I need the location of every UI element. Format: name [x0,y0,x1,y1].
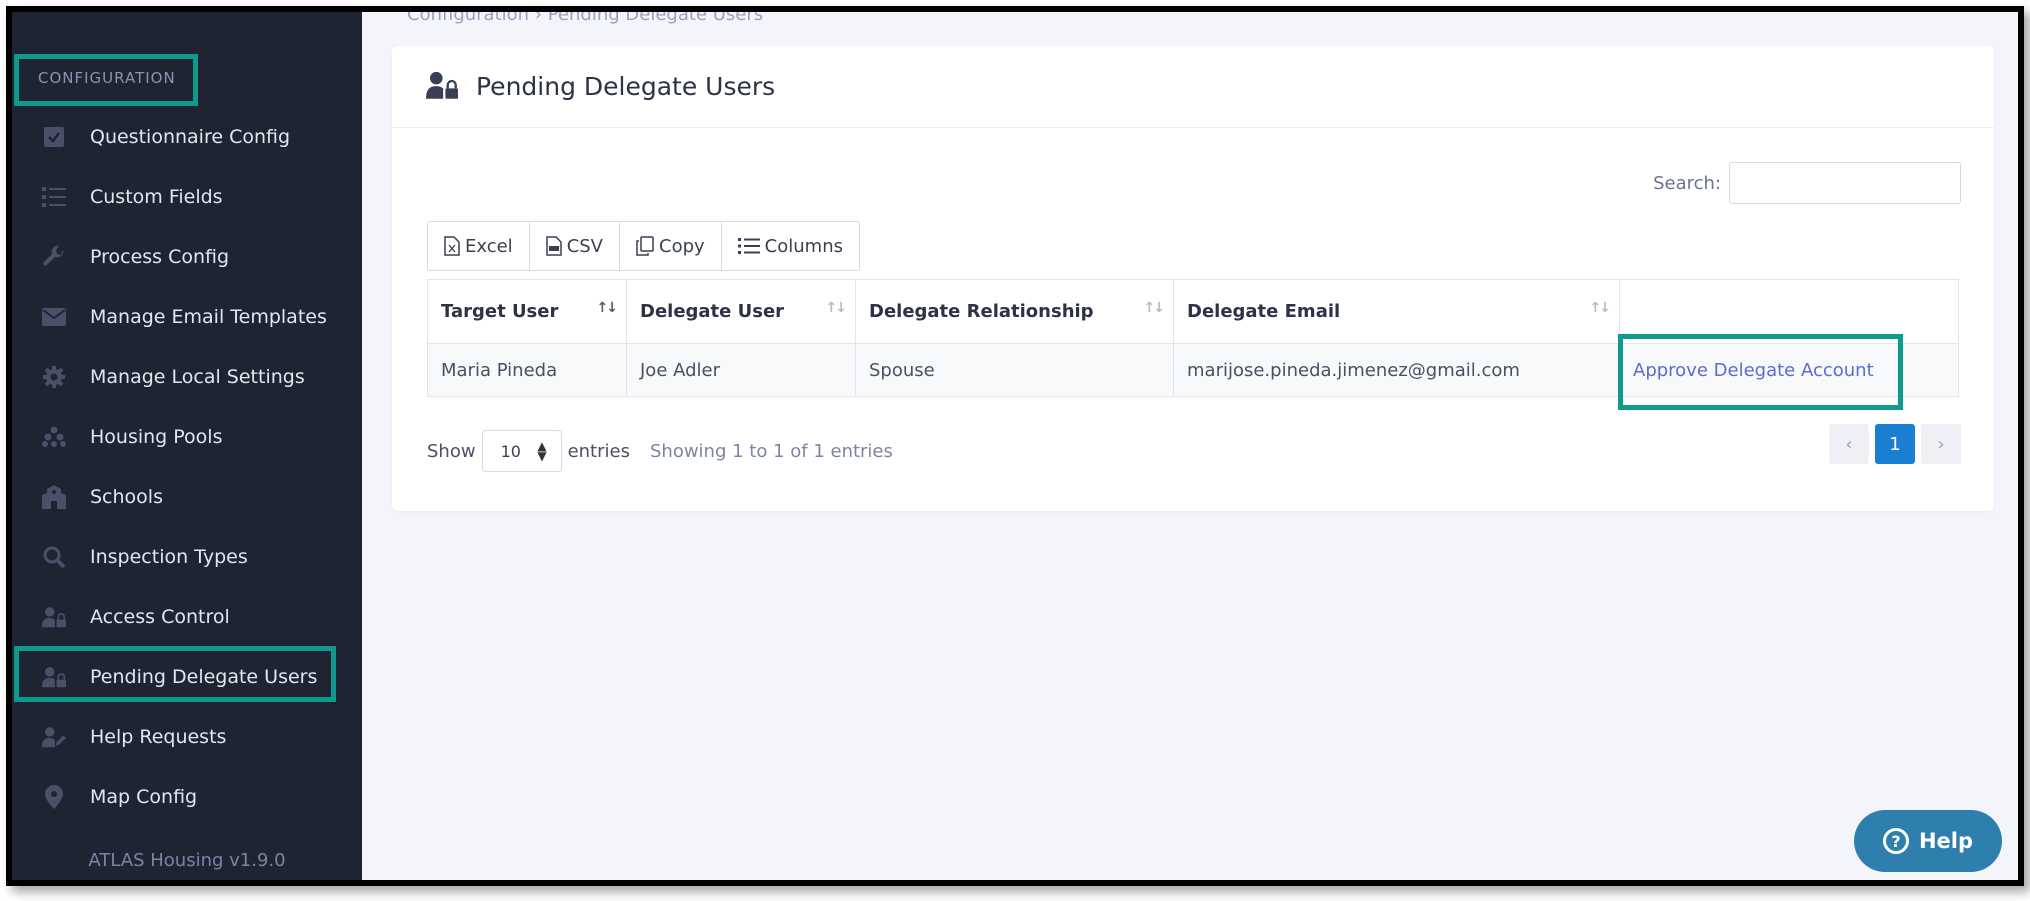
help-button-label: Help [1918,829,1974,853]
page-title: Pending Delegate Users [476,72,776,101]
map-pin-icon [42,785,66,809]
sort-icon: ↑↓ [1589,300,1612,316]
excel-button[interactable]: Excel [428,222,530,270]
approve-delegate-account-link[interactable]: Approve Delegate Account [1633,360,1874,381]
envelope-icon [42,305,66,329]
export-button-group: Excel CSV Copy Columns [427,221,860,271]
question-circle-icon: ? [1882,828,1909,854]
sidebar: CONFIGURATION Questionnaire Config Custo… [12,12,362,880]
cell-delegate-user: Joe Adler [626,343,856,397]
entries-label: entries [567,440,630,462]
search-label: Search: [1653,172,1721,194]
file-excel-icon [444,236,460,256]
app-version: ATLAS Housing v1.9.0 [88,850,286,871]
file-csv-icon [545,236,562,256]
copy-button-label: Copy [659,235,705,257]
cubes-icon [42,425,66,449]
sort-icon: ↑↓ [825,300,848,316]
sidebar-item-label: Pending Delegate Users [90,666,318,688]
sidebar-item-label: Map Config [90,786,198,808]
breadcrumb: Configuration › Pending Delegate Users [407,6,764,25]
pagination-next[interactable]: › [1921,424,1961,464]
search-box: Search: [1653,162,1961,204]
pagination-previous[interactable]: ‹ [1829,424,1869,464]
pending-delegates-table: Target User ↑↓ Delegate User ↑↓ Delegate… [427,279,1959,397]
sidebar-item-label: Access Control [90,606,230,628]
sort-icon: ↑↓ [1143,300,1166,316]
pagination-page-1[interactable]: 1 [1875,424,1915,464]
wrench-icon [42,245,66,269]
column-header-delegate-email[interactable]: Delegate Email ↑↓ [1173,279,1620,344]
cell-delegate-relationship: Spouse [855,343,1174,397]
user-lock-icon [426,71,458,103]
entries-select-value: 10 [500,441,521,461]
list-icon [42,185,66,209]
sidebar-item-inspection-types[interactable]: Inspection Types [12,531,362,583]
sidebar-item-label: Manage Email Templates [90,306,327,328]
cell-delegate-email: marijose.pineda.jimenez@gmail.com [1173,343,1620,397]
sidebar-item-custom-fields[interactable]: Custom Fields [12,171,362,223]
csv-button-label: CSV [566,235,603,257]
copy-icon [636,236,654,256]
sidebar-item-label: Schools [90,486,163,508]
school-icon [42,485,66,509]
pagination: ‹ 1 › [1823,424,1961,464]
sidebar-item-housing-pools[interactable]: Housing Pools [12,411,362,463]
sidebar-item-manage-email-templates[interactable]: Manage Email Templates [12,291,362,343]
entries-length-control: Show 10 ▲ ▼ entries Showing 1 to 1 of 1 e… [427,430,893,472]
columns-button[interactable]: Columns [722,222,859,270]
sidebar-item-access-control[interactable]: Access Control [12,591,362,643]
user-lock-icon [42,665,66,689]
sidebar-item-manage-local-settings[interactable]: Manage Local Settings [12,351,362,403]
card-header: Pending Delegate Users [392,46,1994,128]
sidebar-item-help-requests[interactable]: Help Requests [12,711,362,763]
sidebar-item-label: Help Requests [90,726,227,748]
sort-icon: ↑↓ [596,300,619,316]
search-input[interactable] [1729,162,1961,204]
sidebar-item-label: Manage Local Settings [90,366,305,388]
columns-button-label: Columns [764,235,843,257]
table-row: Maria Pineda Joe Adler Spouse marijose.p… [427,343,1959,397]
column-header-delegate-relationship[interactable]: Delegate Relationship ↑↓ [855,279,1174,344]
help-button[interactable]: ? Help [1854,810,2002,872]
cell-target-user: Maria Pineda [427,343,627,397]
sidebar-item-map-config[interactable]: Map Config [12,771,362,823]
sidebar-item-label: Inspection Types [90,546,248,568]
pending-delegate-users-card: Pending Delegate Users Search: Excel CSV… [392,46,1994,511]
sidebar-item-label: Questionnaire Config [90,126,291,148]
app-window: CONFIGURATION Questionnaire Config Custo… [6,6,2024,886]
sidebar-item-pending-delegate-users[interactable]: Pending Delegate Users [12,651,362,703]
list-icon [737,238,760,254]
copy-button[interactable]: Copy [620,222,722,270]
sidebar-section-title: CONFIGURATION [38,69,176,87]
csv-button[interactable]: CSV [530,222,620,270]
table-header-row: Target User ↑↓ Delegate User ↑↓ Delegate… [427,279,1959,344]
excel-button-label: Excel [465,235,513,257]
checkbox-icon [42,125,66,149]
sidebar-item-label: Custom Fields [90,186,223,208]
sidebar-item-questionnaire-config[interactable]: Questionnaire Config [12,111,362,163]
search-icon [42,545,66,569]
sidebar-item-schools[interactable]: Schools [12,471,362,523]
column-header-target-user[interactable]: Target User ↑↓ [427,279,627,344]
gear-icon [42,365,66,389]
column-header-action [1619,279,1959,344]
sidebar-item-label: Process Config [90,246,230,268]
sidebar-item-label: Housing Pools [90,426,223,448]
cell-action: Approve Delegate Account [1619,343,1959,397]
user-edit-icon [42,725,66,749]
show-label: Show [427,440,476,462]
sidebar-item-process-config[interactable]: Process Config [12,231,362,283]
select-arrows-icon: ▲ ▼ [537,439,547,463]
entries-select[interactable]: 10 ▲ ▼ [481,430,562,472]
column-header-delegate-user[interactable]: Delegate User ↑↓ [626,279,856,344]
user-lock-icon [42,605,66,629]
table-info: Showing 1 to 1 of 1 entries [649,440,893,462]
